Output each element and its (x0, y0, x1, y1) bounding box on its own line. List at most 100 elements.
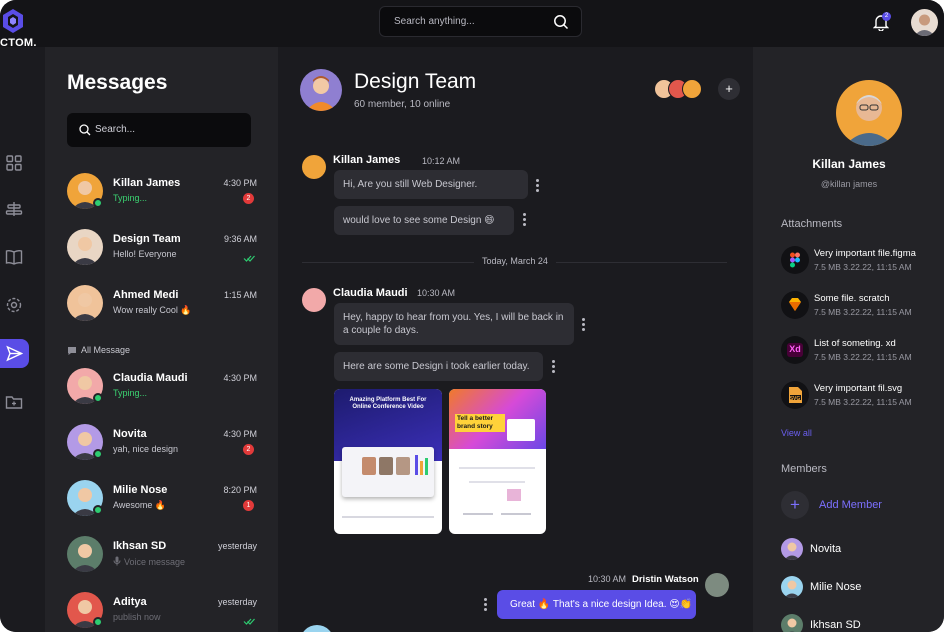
conversation-item[interactable]: Aditya publish now yesterday (67, 590, 257, 630)
messages-title: Messages (67, 71, 168, 94)
sender-avatar (302, 288, 326, 312)
message-more-icon[interactable] (582, 318, 586, 332)
read-check-icon (243, 255, 255, 262)
online-indicator (93, 198, 103, 208)
sender-name: Killan James (333, 154, 401, 166)
message-time: yesterday (217, 597, 257, 607)
logo-icon[interactable] (2, 8, 24, 34)
message-time: 8:20 PM (223, 485, 257, 495)
conversation-item[interactable]: Claudia Maudi Typing... 4:30 PM (67, 366, 257, 406)
online-indicator (93, 617, 103, 627)
message-more-icon[interactable] (552, 360, 556, 374)
book-icon[interactable] (5, 248, 23, 266)
member-avatar (781, 614, 803, 632)
add-member-label: Add Member (819, 499, 882, 511)
attachment-item[interactable]: Xd List of someting. xd 7.5 MB 3.22.22, 11… (781, 336, 941, 366)
svg-icon: SVG (781, 381, 809, 409)
online-indicator (93, 505, 103, 515)
read-check-icon (243, 618, 255, 625)
my-name: Dristin Watson (632, 574, 699, 585)
last-message-preview: Hello! Everyone (113, 249, 177, 259)
view-all-link[interactable]: View all (781, 428, 812, 438)
messages-panel: Messages Search... Killan James Typing...… (45, 47, 278, 632)
attachment-name: Very important file.figma (814, 248, 916, 259)
unread-badge: 2 (243, 444, 254, 455)
conversation-item[interactable]: Ahmed Medi Wow really Cool 🔥 1:15 AM (67, 283, 257, 323)
conversation-item[interactable]: Milie Nose Awesome 🔥 8:20 PM 1 (67, 478, 257, 518)
contact-name: Novita (113, 428, 147, 440)
contact-avatar (67, 285, 103, 321)
attachment-meta: 7.5 MB 3.22.22, 11:15 AM (814, 307, 912, 317)
sketch-icon (781, 291, 809, 319)
last-message-preview: Voice message (113, 556, 185, 567)
chat-bubble-icon (68, 346, 76, 355)
message-time: 4:30 PM (223, 373, 257, 383)
folder-icon[interactable] (5, 393, 23, 411)
members-title: Members (781, 463, 827, 475)
member-name: Novita (810, 543, 842, 555)
member-avatar (781, 576, 803, 598)
design-preview-1[interactable]: Amazing Platform Best For Online Confere… (334, 389, 442, 534)
attachment-name: Very important fil.svg (814, 383, 903, 394)
attachment-item[interactable]: Some file. scratch 7.5 MB 3.22.22, 11:15 … (781, 291, 941, 321)
contact-name: Claudia Maudi (113, 372, 188, 384)
global-search-input[interactable]: Search anything... (379, 6, 582, 37)
attachment-meta: 7.5 MB 3.22.22, 11:15 AM (814, 397, 912, 407)
member-item[interactable]: Milie Nose (781, 576, 941, 600)
last-message-preview: Typing... (113, 388, 147, 398)
member-item[interactable]: Ikhsan SD (781, 614, 941, 632)
message-bubble: Here are some Design i took earlier toda… (334, 352, 543, 381)
last-message-preview: Typing... (113, 193, 147, 203)
add-to-chat-button[interactable]: + (718, 78, 740, 100)
preview-text: Typing... (113, 193, 148, 203)
message-time: 9:36 AM (223, 234, 257, 244)
add-member-button[interactable]: + Add Member (781, 491, 941, 519)
nav-messages-active[interactable] (0, 339, 29, 368)
message-time: yesterday (217, 541, 257, 551)
my-message-bubble: Great 🔥 That's a nice design Idea. 😍👏 (497, 590, 696, 619)
conversation-item[interactable]: Design Team Hello! Everyone 9:36 AM (67, 227, 257, 267)
group-avatar[interactable] (300, 69, 342, 111)
design-preview-2[interactable]: Tell a better brand story (449, 389, 546, 534)
member-name: Milie Nose (810, 581, 862, 593)
message-more-icon[interactable] (523, 213, 527, 227)
grid-icon[interactable] (5, 154, 23, 172)
member-item[interactable]: Novita (781, 538, 941, 562)
next-sender-avatar (300, 625, 334, 632)
all-message-header: All Message (67, 345, 130, 356)
message-bubble: Hey, happy to hear from you. Yes, I will… (334, 303, 574, 345)
notification-badge: 2 (882, 12, 891, 21)
messages-search-placeholder: Search... (95, 124, 136, 135)
online-indicator (93, 393, 103, 403)
profile-avatar[interactable] (836, 80, 902, 146)
message-more-icon[interactable] (536, 179, 540, 193)
messages-search-input[interactable]: Search... (67, 113, 251, 147)
figma-icon (781, 246, 809, 274)
message-time: 4:30 PM (223, 429, 257, 439)
attachment-name: List of someting. xd (814, 338, 896, 349)
search-icon[interactable] (553, 14, 569, 30)
my-message-time: 10:30 AM (588, 574, 627, 584)
top-bar: CTOM. Search anything... 2 (0, 0, 944, 49)
member-avatar (682, 79, 702, 99)
gear-icon[interactable] (5, 296, 23, 314)
plus-icon: + (781, 491, 809, 519)
preview-text: yah, nice design (113, 444, 179, 454)
chat-subtitle: 60 member, 10 online (354, 99, 451, 110)
align-icon[interactable] (5, 200, 23, 218)
attachment-item[interactable]: Very important file.figma 7.5 MB 3.22.22,… (781, 246, 941, 276)
message-time: 10:30 AM (417, 288, 456, 298)
my-avatar (705, 573, 729, 597)
conversation-item[interactable]: Novita yah, nice design 4:30 PM 2 (67, 422, 257, 462)
conversation-item[interactable]: Ikhsan SD Voice message yesterday (67, 534, 257, 574)
profile-handle: @killan james (820, 179, 878, 189)
user-avatar[interactable] (911, 9, 938, 36)
message-time: 1:15 AM (223, 290, 257, 300)
last-message-preview: publish now (113, 612, 161, 622)
contact-name: Ikhsan SD (113, 540, 167, 552)
conversation-item[interactable]: Killan James Typing... 4:30 PM 2 (67, 171, 257, 211)
message-more-icon[interactable] (484, 598, 488, 612)
chat-panel: Design Team 60 member, 10 online + Killa… (278, 47, 753, 632)
attachment-item[interactable]: SVG Very important fil.svg 7.5 MB 3.22.22,… (781, 381, 941, 411)
last-message-preview: yah, nice design (113, 444, 178, 454)
